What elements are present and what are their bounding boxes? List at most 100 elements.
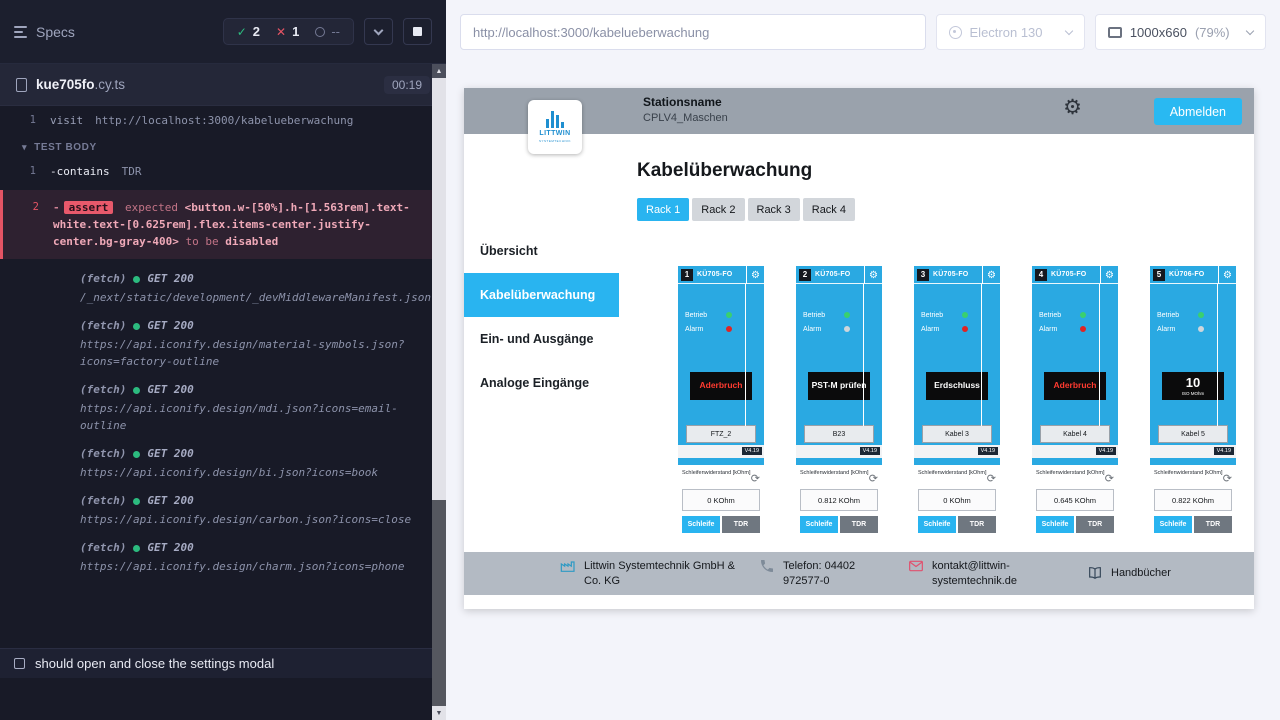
refresh-icon[interactable]: ⟳ [751,474,760,485]
status-ok-dot [133,276,140,283]
card-gear-icon[interactable]: ⚙ [1100,266,1118,284]
spec-ext: .cy.ts [95,77,126,92]
fetch-log-entry[interactable]: (fetch) GET 200 https://api.iconify.desi… [0,487,446,534]
collapse-button[interactable] [364,18,393,45]
spec-duration: 00:19 [384,76,430,94]
loop-resistance-label: Schleifenwiderstand [kOhm] [682,470,750,476]
test-icon [14,658,25,669]
chevron-down-icon [1065,26,1073,34]
viewport-select[interactable]: 1000x660 (79%) [1095,14,1266,50]
status-text: 10 [1186,376,1200,390]
status-box: PST-M prüfen [808,372,870,400]
status-ok-dot [133,451,140,458]
littwin-logo: LITTWIN SYSTEMTECHNIK [528,100,582,154]
schleife-button[interactable]: Schleife [1154,516,1192,533]
status-box: Erdschluss [926,372,988,400]
passed-stat: ✓ 2 [237,24,260,39]
pending-circle-icon [315,27,325,37]
measurement-panel: Schleifenwiderstand [kOhm] ⟳ 0 KOhm Schl… [914,465,1000,552]
status-text: PST-M prüfen [812,381,867,390]
footer-manuals[interactable]: Handbücher [1087,566,1171,581]
rack-tab[interactable]: Rack 2 [692,198,744,221]
footer-company: Littwin Systemtechnik GmbH & Co. KG [560,559,749,589]
browser-bar: Electron 130 1000x660 (79%) [446,0,1280,64]
url-input[interactable] [460,14,926,50]
loop-resistance-label: Schleifenwiderstand [kOhm] [1036,470,1104,476]
check-icon: ✓ [237,25,247,39]
firmware-version: V4.19 [1096,447,1116,455]
nav-item[interactable]: Analoge Eingänge [464,361,619,405]
firmware-version: V4.19 [978,447,998,455]
betrieb-led [844,312,850,318]
next-test-row[interactable]: should open and close the settings modal [0,648,432,678]
settings-gear-icon[interactable]: ⚙ [1063,97,1082,118]
logo-bars-icon [546,111,565,128]
card-gear-icon[interactable]: ⚙ [746,266,764,284]
nav-item[interactable]: Kabelüberwachung [464,273,619,317]
status-text: Erdschluss [934,381,980,390]
schleife-button[interactable]: Schleife [682,516,720,533]
spec-file-icon [16,78,27,92]
nav-item-label: Ein- und Ausgänge [480,332,593,346]
scroll-down-button[interactable]: ▼ [432,706,446,720]
fetch-log-entry[interactable]: (fetch) GET 200 https://api.iconify.desi… [0,376,446,440]
visit-log-entry[interactable]: 1 visit http://localhost:3000/kabelueber… [0,108,446,133]
contains-log-entry[interactable]: 1 -contains TDR [0,159,446,184]
nav-item[interactable]: Übersicht [464,229,619,273]
schleife-button[interactable]: Schleife [1036,516,1074,533]
viewport-size: 1000x660 [1130,25,1187,40]
tdr-button[interactable]: TDR [1076,516,1114,533]
refresh-icon[interactable]: ⟳ [1223,474,1232,485]
nav-item-label: Kabelüberwachung [480,288,595,302]
device-cards: 1 KÜ705-FO ⚙ Betrieb Alarm [678,266,1254,552]
schleife-button[interactable]: Schleife [800,516,838,533]
spec-file-row[interactable]: kue705fo.cy.ts 00:19 [0,64,446,106]
rack-tab[interactable]: Rack 3 [748,198,800,221]
betrieb-led [962,312,968,318]
betrieb-led [1080,312,1086,318]
logout-button[interactable]: Abmelden [1154,98,1242,125]
refresh-icon[interactable]: ⟳ [869,474,878,485]
fetch-log-list: (fetch) GET 200 /_next/static/developmen… [0,265,446,581]
scroll-up-button[interactable]: ▲ [432,64,446,78]
card-gear-icon[interactable]: ⚙ [864,266,882,284]
viewport-icon [1108,27,1122,38]
scrollbar-thumb[interactable] [432,500,446,706]
fetch-log-entry[interactable]: (fetch) GET 200 https://api.iconify.desi… [0,312,446,376]
fetch-log-entry[interactable]: (fetch) GET 200 https://api.iconify.desi… [0,440,446,487]
sidebar-scrollbar[interactable]: ▲ ▼ [432,64,446,720]
test-body-section[interactable]: ▾ TEST BODY [0,133,446,159]
test-stats[interactable]: ✓ 2 ✕ 1 -- [223,18,354,45]
schematic-line [1099,284,1100,426]
pending-stat: -- [315,24,340,39]
fetch-log-entry[interactable]: (fetch) GET 200 /_next/static/developmen… [0,265,446,312]
rack-tab[interactable]: Rack 1 [637,198,689,221]
email-icon [908,558,924,574]
firmware-version: V4.19 [742,447,762,455]
rack-tab[interactable]: Rack 4 [803,198,855,221]
runner-header: Specs ✓ 2 ✕ 1 -- [0,0,446,64]
browser-select[interactable]: Electron 130 [936,14,1085,50]
card-gear-icon[interactable]: ⚙ [982,266,1000,284]
tdr-button[interactable]: TDR [1194,516,1232,533]
card-model: KÜ705-FO [1051,271,1086,278]
spec-name: kue705fo [36,77,95,92]
stop-button[interactable] [403,18,432,45]
status-box: Aderbruch [690,372,752,400]
specs-label: Specs [36,24,75,40]
card-gear-icon[interactable]: ⚙ [1218,266,1236,284]
tdr-button[interactable]: TDR [840,516,878,533]
specs-menu-button[interactable]: Specs [14,24,75,40]
refresh-icon[interactable]: ⟳ [987,474,996,485]
tdr-button[interactable]: TDR [958,516,996,533]
refresh-icon[interactable]: ⟳ [1105,474,1114,485]
fetch-log-entry[interactable]: (fetch) GET 200 https://api.iconify.desi… [0,534,446,581]
alarm-led [1198,326,1204,332]
nav-item[interactable]: Ein- und Ausgänge [464,317,619,361]
tdr-button[interactable]: TDR [722,516,760,533]
assert-log-entry[interactable]: 2 -assert expected <button.w-[50%].h-[1.… [0,190,446,259]
cypress-sidebar: Specs ✓ 2 ✕ 1 -- kue705fo.cy.ts [0,0,446,720]
app-main: Kabelüberwachung Rack 1 Rack 2 Rack 3 Ra… [619,134,1254,552]
measurement-panel: Schleifenwiderstand [kOhm] ⟳ 0.645 KOhm … [1032,465,1118,552]
schleife-button[interactable]: Schleife [918,516,956,533]
